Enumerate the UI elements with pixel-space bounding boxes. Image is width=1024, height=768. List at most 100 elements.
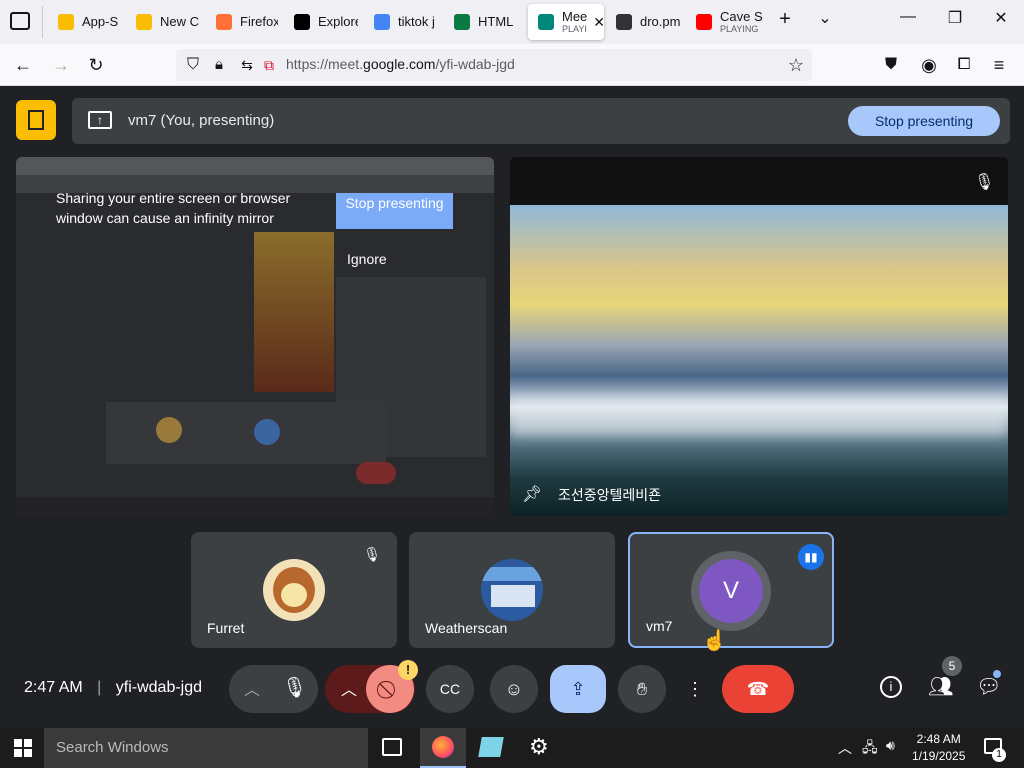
- avatar: [481, 559, 543, 621]
- stop-presenting-button[interactable]: Stop presenting: [848, 106, 1000, 136]
- muted-mic-icon: 🎙︎: [974, 174, 995, 191]
- network-icon[interactable]: 🖧︎: [862, 737, 878, 761]
- close-tab-icon[interactable]: ✕: [593, 14, 604, 31]
- tray-chevron-icon[interactable]: ︿: [838, 738, 852, 758]
- pin-icon[interactable]: 📌︎: [522, 484, 542, 504]
- camera-warning-badge: !: [398, 660, 418, 680]
- extensions-icon[interactable]: ⧠: [953, 54, 975, 76]
- tab-label: Cave S: [720, 9, 763, 24]
- leave-call-button[interactable]: ☎: [722, 665, 794, 713]
- present-screen-icon: ↑: [88, 111, 112, 129]
- taskbar-search-input[interactable]: Search Windows: [44, 728, 368, 768]
- participant-name: vm7: [646, 618, 673, 634]
- meeting-time: 2:47 AM: [24, 679, 83, 696]
- tab-favicon-icon: [374, 14, 390, 30]
- video-options-chevron-icon[interactable]: ︿: [341, 676, 357, 700]
- settings-taskbar-icon[interactable]: ⚙: [529, 734, 549, 760]
- forward-icon[interactable]: →: [50, 54, 72, 76]
- warning-stop-presenting-button[interactable]: Stop presenting: [336, 193, 453, 229]
- clock-time: 2:48 AM: [916, 732, 961, 746]
- tab-favicon-icon: [454, 14, 470, 30]
- participant-name: Weatherscan: [425, 620, 508, 636]
- clock-date: 1/19/2025: [912, 749, 966, 763]
- participant-tile-vm7[interactable]: V ▮▮ vm7: [628, 532, 834, 648]
- pocket-icon[interactable]: ⛊: [880, 54, 902, 76]
- tab-8[interactable]: Cave S PLAYING: [686, 4, 766, 40]
- tab-0[interactable]: App-S: [48, 4, 120, 40]
- notepad-taskbar-icon[interactable]: [478, 737, 504, 757]
- close-window-button[interactable]: ✕: [986, 8, 1016, 28]
- tab-4[interactable]: tiktok j: [364, 4, 438, 40]
- tab-label: HTML: [478, 14, 514, 29]
- tab-6[interactable]: Mee PLAYI ✕: [528, 4, 604, 40]
- tab-label: Firefox: [240, 14, 278, 29]
- task-view-icon[interactable]: [382, 738, 402, 756]
- presenting-label: vm7 (You, presenting): [128, 112, 275, 129]
- tab-favicon-icon: [696, 14, 712, 30]
- firefox-taskbar-icon[interactable]: [420, 728, 466, 768]
- participant-tile-weatherscan[interactable]: Weatherscan: [409, 532, 615, 648]
- warning-ignore-button[interactable]: Ignore: [347, 251, 387, 267]
- shield-icon[interactable]: ⛉: [182, 54, 204, 76]
- tab-5[interactable]: HTML: [444, 4, 522, 40]
- reload-icon[interactable]: ↻: [85, 54, 107, 76]
- tab-favicon-icon: [616, 14, 632, 30]
- microphone-button[interactable]: 🎙︎: [282, 675, 307, 700]
- meeting-info: 2:47 AM | yfi-wdab-jgd: [24, 679, 203, 696]
- tab-2[interactable]: Firefox: [206, 4, 278, 40]
- mouse-cursor-icon: ☝: [702, 630, 727, 652]
- screen-share-indicator-icon[interactable]: ⧉: [258, 54, 280, 76]
- tab-playing-label: PLAYING: [720, 24, 759, 34]
- account-icon[interactable]: ◉: [918, 54, 940, 76]
- speaking-indicator-icon: ▮▮: [798, 544, 824, 570]
- participant-tile-furret[interactable]: 🎙︎ Furret: [191, 532, 397, 648]
- bookmark-star-icon[interactable]: ☆: [785, 54, 807, 76]
- tab-favicon-icon: [538, 14, 554, 30]
- back-icon[interactable]: ←: [12, 54, 34, 76]
- participant-name: Furret: [207, 620, 245, 636]
- minimize-button[interactable]: —: [893, 8, 923, 26]
- lock-icon[interactable]: 🔒︎: [208, 54, 230, 76]
- chat-notification-dot: [993, 670, 1001, 678]
- volume-icon[interactable]: 🔊︎: [886, 737, 895, 754]
- url-text[interactable]: https://meet.google.com/yfi-wdab-jgd: [286, 56, 515, 72]
- tab-overview-icon[interactable]: [10, 12, 30, 30]
- avatar: [263, 559, 325, 621]
- notification-count-badge: 1: [992, 748, 1006, 762]
- captions-button[interactable]: CC: [426, 665, 474, 713]
- tab-favicon-icon: [216, 14, 232, 30]
- meet-logo: [16, 100, 56, 140]
- audio-options-chevron-icon[interactable]: ︿: [244, 676, 260, 700]
- channel-label: 조선중앙텔레비죤: [558, 487, 662, 503]
- tab-favicon-icon: [294, 14, 310, 30]
- muted-mic-icon: 🎙︎: [363, 546, 381, 562]
- tab-favicon-icon: [58, 14, 74, 30]
- new-tab-button[interactable]: +: [770, 8, 800, 31]
- windows-start-icon[interactable]: [14, 739, 32, 757]
- permissions-icon[interactable]: ⇆: [236, 54, 258, 76]
- taskbar-clock[interactable]: 2:48 AM 1/19/2025: [912, 731, 965, 765]
- tab-label: Explore: [318, 14, 358, 29]
- infinity-mirror-warning: Sharing your entire screen or browser wi…: [56, 190, 291, 226]
- tab-favicon-icon: [136, 14, 152, 30]
- meeting-code: yfi-wdab-jgd: [115, 679, 203, 696]
- avatar: V: [699, 559, 763, 623]
- tab-label: Mee: [562, 9, 588, 24]
- people-icon[interactable]: 👥︎: [928, 674, 953, 699]
- more-options-button[interactable]: ⋮: [671, 665, 719, 713]
- reactions-button[interactable]: ☺: [490, 665, 538, 713]
- tab-label: tiktok j: [398, 14, 435, 29]
- tab-1[interactable]: New C: [126, 4, 200, 40]
- tab-3[interactable]: Explore: [284, 4, 358, 40]
- tab-list-chevron-icon[interactable]: ⌄: [810, 8, 840, 28]
- maximize-button[interactable]: ❐: [940, 8, 970, 28]
- tab-label: App-S: [82, 14, 119, 29]
- raise-hand-button[interactable]: ✋︎: [618, 665, 666, 713]
- tab-7[interactable]: dro.pm: [606, 4, 680, 40]
- present-now-button[interactable]: ⇪: [550, 665, 606, 713]
- menu-icon[interactable]: ≡: [988, 54, 1010, 76]
- people-count-badge: 5: [942, 656, 962, 676]
- tab-playing-label: PLAYI: [562, 24, 587, 34]
- meeting-details-icon[interactable]: i: [880, 676, 902, 698]
- tab-bar: App-S New C Firefox Explore tiktok j HTML Mee P…: [0, 0, 1024, 44]
